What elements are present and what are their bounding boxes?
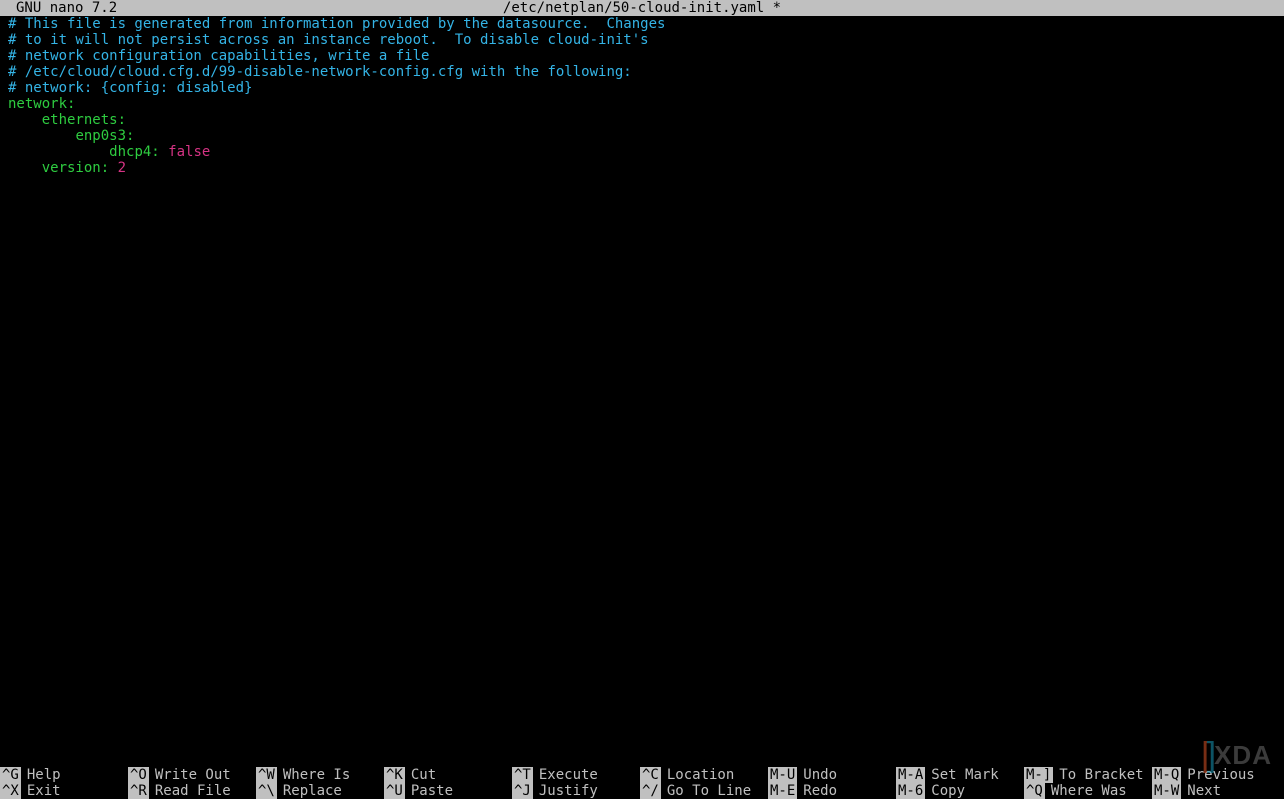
shortcut-item[interactable]: ^JJustify bbox=[512, 783, 640, 799]
indent bbox=[8, 144, 109, 160]
editor-line: # This file is generated from informatio… bbox=[8, 16, 1284, 32]
comment-text: # This file is generated from informatio… bbox=[8, 16, 665, 32]
shortcut-label: Exit bbox=[21, 783, 61, 799]
editor-area[interactable]: # This file is generated from informatio… bbox=[0, 16, 1284, 767]
shortcut-label: Help bbox=[21, 767, 61, 783]
editor-line: # network: {config: disabled} bbox=[8, 80, 1284, 96]
indent bbox=[8, 160, 42, 176]
shortcut-key: ^O bbox=[128, 767, 149, 783]
yaml-key: version: bbox=[42, 160, 109, 176]
shortcut-item[interactable]: ^GHelp bbox=[0, 767, 128, 783]
title-bar: GNU nano 7.2 /etc/netplan/50-cloud-init.… bbox=[0, 0, 1284, 16]
shortcut-label: Justify bbox=[533, 783, 598, 799]
shortcut-item[interactable]: M-UUndo bbox=[768, 767, 896, 783]
shortcut-key: M-A bbox=[896, 767, 925, 783]
shortcut-label: Redo bbox=[797, 783, 837, 799]
shortcut-label: Where Is bbox=[277, 767, 350, 783]
indent bbox=[8, 112, 42, 128]
shortcut-label: Undo bbox=[797, 767, 837, 783]
editor-line: version: 2 bbox=[8, 160, 1284, 176]
shortcut-label: Copy bbox=[925, 783, 965, 799]
file-name: /etc/netplan/50-cloud-init.yaml * bbox=[0, 0, 1284, 16]
shortcut-item[interactable]: ^OWrite Out bbox=[128, 767, 256, 783]
shortcut-item[interactable]: M-WNext bbox=[1152, 783, 1284, 799]
comment-text: # /etc/cloud/cloud.cfg.d/99-disable-netw… bbox=[8, 64, 632, 80]
shortcut-key: M-U bbox=[768, 767, 797, 783]
shortcut-label: Location bbox=[661, 767, 734, 783]
shortcut-item[interactable]: M-]To Bracket bbox=[1024, 767, 1152, 783]
shortcut-key: ^\ bbox=[256, 783, 277, 799]
shortcut-item[interactable]: ^\Replace bbox=[256, 783, 384, 799]
shortcut-key: ^J bbox=[512, 783, 533, 799]
shortcut-bar: ^GHelp^OWrite Out^WWhere Is^KCut^TExecut… bbox=[0, 767, 1284, 799]
yaml-value: false bbox=[160, 144, 211, 160]
shortcut-item[interactable]: ^QWhere Was bbox=[1024, 783, 1152, 799]
yaml-key: ethernets: bbox=[42, 112, 126, 128]
shortcut-item[interactable]: ^TExecute bbox=[512, 767, 640, 783]
editor-line: # to it will not persist across an insta… bbox=[8, 32, 1284, 48]
editor-line: # network configuration capabilities, wr… bbox=[8, 48, 1284, 64]
editor-line: dhcp4: false bbox=[8, 144, 1284, 160]
shortcut-key: M-W bbox=[1152, 783, 1181, 799]
shortcut-item[interactable]: ^XExit bbox=[0, 783, 128, 799]
shortcut-label: Replace bbox=[277, 783, 342, 799]
shortcut-key: ^Q bbox=[1024, 783, 1045, 799]
shortcut-label: Next bbox=[1181, 783, 1221, 799]
shortcut-key: M-E bbox=[768, 783, 797, 799]
watermark: [ ] XDA bbox=[1201, 747, 1272, 763]
shortcut-key: ^W bbox=[256, 767, 277, 783]
shortcut-item[interactable]: ^WWhere Is bbox=[256, 767, 384, 783]
shortcut-label: Write Out bbox=[149, 767, 231, 783]
shortcut-key: ^K bbox=[384, 767, 405, 783]
shortcut-item[interactable]: ^UPaste bbox=[384, 783, 512, 799]
shortcut-key: M-] bbox=[1024, 767, 1053, 783]
editor-line: ethernets: bbox=[8, 112, 1284, 128]
shortcut-key: ^C bbox=[640, 767, 661, 783]
yaml-value: 2 bbox=[109, 160, 126, 176]
shortcut-key: ^/ bbox=[640, 783, 661, 799]
shortcut-key: ^U bbox=[384, 783, 405, 799]
shortcut-item[interactable]: ^/Go To Line bbox=[640, 783, 768, 799]
shortcut-label: Go To Line bbox=[661, 783, 751, 799]
shortcut-key: ^X bbox=[0, 783, 21, 799]
shortcut-label: Where Was bbox=[1045, 783, 1127, 799]
editor-line: network: bbox=[8, 96, 1284, 112]
editor-line: enp0s3: bbox=[8, 128, 1284, 144]
shortcut-item[interactable]: M-ERedo bbox=[768, 783, 896, 799]
yaml-key: dhcp4: bbox=[109, 144, 160, 160]
shortcut-key: ^G bbox=[0, 767, 21, 783]
shortcut-label: Paste bbox=[405, 783, 453, 799]
yaml-key: network: bbox=[8, 96, 75, 112]
shortcut-key: M-6 bbox=[896, 783, 925, 799]
comment-text: # to it will not persist across an insta… bbox=[8, 32, 649, 48]
shortcut-label: To Bracket bbox=[1053, 767, 1143, 783]
shortcut-item[interactable]: ^CLocation bbox=[640, 767, 768, 783]
shortcut-row-2: ^XExit^RRead File^\Replace^UPaste^JJusti… bbox=[0, 783, 1284, 799]
shortcut-label: Cut bbox=[405, 767, 436, 783]
shortcut-item[interactable]: ^RRead File bbox=[128, 783, 256, 799]
comment-text: # network: {config: disabled} bbox=[8, 80, 252, 96]
shortcut-item[interactable]: M-6Copy bbox=[896, 783, 1024, 799]
shortcut-key: ^T bbox=[512, 767, 533, 783]
shortcut-row-1: ^GHelp^OWrite Out^WWhere Is^KCut^TExecut… bbox=[0, 767, 1284, 783]
shortcut-item[interactable]: ^KCut bbox=[384, 767, 512, 783]
editor-line: # /etc/cloud/cloud.cfg.d/99-disable-netw… bbox=[8, 64, 1284, 80]
shortcut-label: Execute bbox=[533, 767, 598, 783]
shortcut-label: Read File bbox=[149, 783, 231, 799]
comment-text: # network configuration capabilities, wr… bbox=[8, 48, 429, 64]
shortcut-label: Set Mark bbox=[925, 767, 998, 783]
watermark-bracket-close-icon: ] bbox=[1207, 747, 1212, 763]
yaml-key: enp0s3: bbox=[75, 128, 134, 144]
shortcut-item[interactable]: M-ASet Mark bbox=[896, 767, 1024, 783]
watermark-text: XDA bbox=[1214, 747, 1272, 763]
shortcut-key: ^R bbox=[128, 783, 149, 799]
shortcut-key: M-Q bbox=[1152, 767, 1181, 783]
indent bbox=[8, 128, 75, 144]
